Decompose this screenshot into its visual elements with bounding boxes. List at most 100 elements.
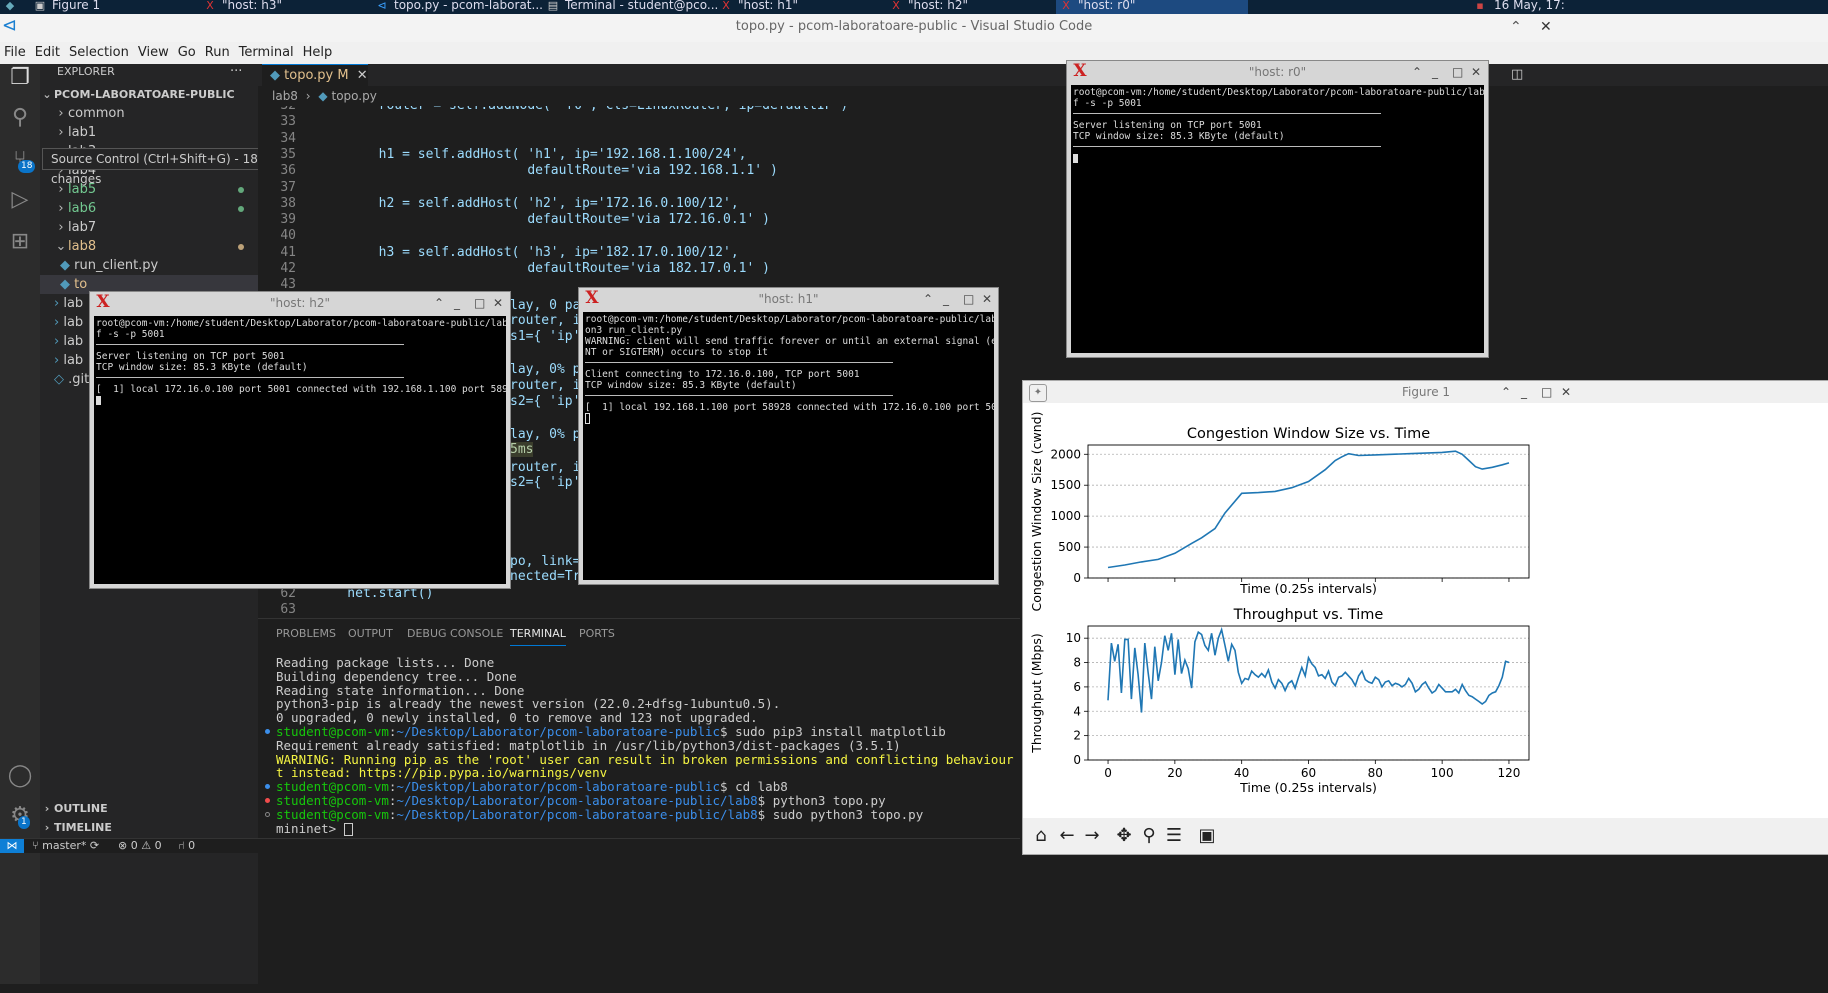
mininet-prompt-text: mininet> bbox=[276, 821, 344, 836]
xterm-window-r0[interactable]: X "host: r0" ⌃ _ □ ✕ root@pcom-vm:/home/… bbox=[1066, 60, 1489, 358]
minimize-button[interactable]: _ bbox=[1432, 61, 1438, 83]
save-icon[interactable]: ▣ bbox=[1195, 824, 1219, 848]
chevron-right-icon: › bbox=[58, 106, 64, 121]
more-actions-button[interactable]: ··· bbox=[230, 62, 242, 81]
tree-file[interactable]: ◆ run_client.py bbox=[40, 256, 258, 275]
menu-help[interactable]: Help bbox=[303, 42, 333, 64]
tab-terminal[interactable]: TERMINAL bbox=[510, 627, 566, 646]
zoom-icon[interactable]: ⚲ bbox=[1137, 824, 1161, 848]
root-folder[interactable]: ⌄ PCOM-LABORATOARE-PUBLIC bbox=[40, 85, 258, 104]
problems-status[interactable]: ⊗ 0 ⚠ 0 bbox=[118, 839, 162, 853]
close-button[interactable]: ✕ bbox=[982, 288, 992, 310]
back-icon[interactable]: ← bbox=[1055, 824, 1079, 848]
xterm-window-h2[interactable]: X "host: h2" ⌃ _ □ ✕ root@pcom-vm:/home/… bbox=[89, 291, 511, 589]
tab-debug-console[interactable]: DEBUG CONSOLE bbox=[407, 627, 503, 640]
close-tab-icon[interactable]: ✕ bbox=[357, 68, 368, 83]
taskbar-item-host-h2[interactable]: X "host: h2" bbox=[886, 0, 1073, 14]
minimize-button[interactable]: _ bbox=[1521, 381, 1527, 403]
maximize-button[interactable]: □ bbox=[474, 292, 485, 314]
maximize-button[interactable]: □ bbox=[1452, 61, 1463, 83]
menu-file[interactable]: File bbox=[4, 42, 26, 64]
code-fragment: po, link=T bbox=[510, 554, 589, 569]
collapse-button[interactable]: ⌃ bbox=[923, 288, 933, 310]
tree-folder-lab1[interactable]: › lab1 bbox=[40, 123, 258, 142]
xterm-icon: X bbox=[206, 0, 214, 12]
git-folder-icon: ◇ bbox=[54, 372, 69, 387]
taskbar-item-host-h1[interactable]: X "host: h1" bbox=[716, 0, 903, 14]
breadcrumb: lab8 › ◆ topo.py bbox=[258, 86, 1018, 106]
xterm-window-h1[interactable]: X "host: h1" ⌃ _ □ ✕ root@pcom-vm:/home/… bbox=[578, 287, 999, 585]
collapse-button[interactable]: ⌃ bbox=[1412, 61, 1422, 83]
maximize-button[interactable]: ⌃ bbox=[1510, 14, 1522, 40]
breadcrumb-folder[interactable]: lab8 bbox=[272, 89, 298, 103]
terminal-prompt-line: student@pcom-vm:~/Desktop/Laborator/pcom… bbox=[276, 779, 788, 794]
search-icon[interactable]: ⚲ bbox=[6, 104, 34, 132]
ports-status[interactable]: ⑁ 0 bbox=[178, 839, 195, 853]
maximize-button[interactable]: □ bbox=[1541, 381, 1552, 403]
close-window-button[interactable]: ✕ bbox=[1540, 14, 1552, 40]
xterm-titlebar[interactable]: X "host: r0" ⌃ _ □ ✕ bbox=[1067, 61, 1488, 83]
xterm-body[interactable]: root@pcom-vm:/home/student/Desktop/Labor… bbox=[94, 316, 506, 584]
tab-ports[interactable]: PORTS bbox=[579, 627, 615, 640]
taskbar-item-host-r0[interactable]: X "host: r0" bbox=[1056, 0, 1248, 14]
code-line: 40 bbox=[258, 228, 316, 244]
close-button[interactable]: ✕ bbox=[493, 292, 503, 314]
menu-terminal[interactable]: Terminal bbox=[239, 42, 294, 64]
configure-icon[interactable]: ☰ bbox=[1162, 824, 1186, 848]
taskbar-clock[interactable]: ▪ 16 May, 17: bbox=[1470, 0, 1594, 14]
figure-titlebar[interactable]: ✦ Figure 1 ⌃ _ □ ✕ bbox=[1023, 381, 1828, 403]
breadcrumb-file[interactable]: topo.py bbox=[331, 89, 376, 103]
xterm-body[interactable]: root@pcom-vm:/home/student/Desktop/Labor… bbox=[1071, 85, 1484, 353]
close-button[interactable]: ✕ bbox=[1561, 381, 1571, 403]
terminal-line: 0 upgraded, 0 newly installed, 0 to remo… bbox=[276, 710, 758, 725]
taskbar-item-vscode[interactable]: ⊲ topo.py - pcom-laborat... bbox=[372, 0, 559, 14]
maximize-button[interactable]: □ bbox=[963, 288, 974, 310]
extensions-icon[interactable]: ⊞ bbox=[6, 228, 34, 256]
tree-folder-common[interactable]: › common bbox=[40, 104, 258, 123]
start-menu-button[interactable]: ◆ bbox=[0, 0, 30, 14]
pan-icon[interactable]: ✥ bbox=[1112, 824, 1136, 848]
xterm-titlebar[interactable]: X "host: h1" ⌃ _ □ ✕ bbox=[579, 288, 998, 310]
branch-status[interactable]: ⑂ master* ⟳ bbox=[32, 839, 99, 853]
tab-label: topo.py bbox=[284, 68, 334, 83]
remote-icon[interactable]: ⋈ bbox=[0, 839, 24, 853]
explorer-icon[interactable]: ❐ bbox=[6, 64, 34, 92]
minimize-button[interactable]: _ bbox=[943, 288, 949, 310]
taskbar-item-host-h3[interactable]: X "host: h3" bbox=[200, 0, 382, 14]
code-fragment: 5ms bbox=[510, 442, 534, 457]
home-icon[interactable]: ⌂ bbox=[1029, 824, 1053, 848]
menu-go[interactable]: Go bbox=[178, 42, 196, 64]
code-line: 39 defaultRoute='via 172.16.0.1' ) bbox=[258, 212, 770, 228]
collapse-button[interactable]: ⌃ bbox=[1501, 381, 1511, 403]
figure-canvas[interactable]: 0500100015002000Congestion Window Size v… bbox=[1023, 403, 1828, 818]
settings-badge: 1 bbox=[18, 816, 30, 829]
minimize-button[interactable]: _ bbox=[454, 292, 460, 314]
account-icon[interactable]: ◯ bbox=[6, 762, 34, 790]
tab-output[interactable]: OUTPUT bbox=[348, 627, 393, 640]
collapse-button[interactable]: ⌃ bbox=[434, 292, 444, 314]
tab-problems[interactable]: PROBLEMS bbox=[276, 627, 336, 640]
tree-folder-lab7[interactable]: › lab7 bbox=[40, 218, 258, 237]
taskbar-item-figure[interactable]: ▣ Figure 1 bbox=[30, 0, 212, 14]
source-control-icon[interactable]: ⑂ 18 bbox=[6, 146, 36, 174]
menu-edit[interactable]: Edit bbox=[35, 42, 60, 64]
menu-run[interactable]: Run bbox=[205, 42, 230, 64]
integrated-terminal[interactable]: Reading package lists... Done Building d… bbox=[258, 650, 1020, 850]
xterm-titlebar[interactable]: X "host: h2" ⌃ _ □ ✕ bbox=[90, 292, 510, 314]
menu-view[interactable]: View bbox=[138, 42, 169, 64]
tree-folder-lab8[interactable]: ⌄ lab8 bbox=[40, 237, 258, 256]
taskbar-item-terminal[interactable]: ▤ Terminal - student@pco... bbox=[543, 0, 730, 14]
tree-folder-lab6[interactable]: › lab6 bbox=[40, 199, 258, 218]
run-debug-icon[interactable]: ▷ bbox=[6, 186, 34, 214]
split-editor-icon[interactable]: ◫ bbox=[1511, 67, 1523, 82]
forward-icon[interactable]: → bbox=[1080, 824, 1104, 848]
chevron-right-icon: › bbox=[54, 296, 64, 311]
tab-topo-py[interactable]: ◆ topo.py M ✕ bbox=[262, 64, 368, 87]
timeline-section[interactable]: › TIMELINE bbox=[40, 818, 258, 837]
close-button[interactable]: ✕ bbox=[1471, 61, 1481, 83]
xterm-body[interactable]: root@pcom-vm:/home/student/Desktop/Labor… bbox=[583, 312, 994, 580]
outline-section[interactable]: › OUTLINE bbox=[40, 799, 258, 818]
figure-window[interactable]: ✦ Figure 1 ⌃ _ □ ✕ 0 500 1000 1500 2000 Conge… bbox=[1022, 380, 1828, 855]
menu-selection[interactable]: Selection bbox=[69, 42, 129, 64]
settings-gear-icon[interactable]: ⚙ 1 bbox=[6, 802, 34, 830]
